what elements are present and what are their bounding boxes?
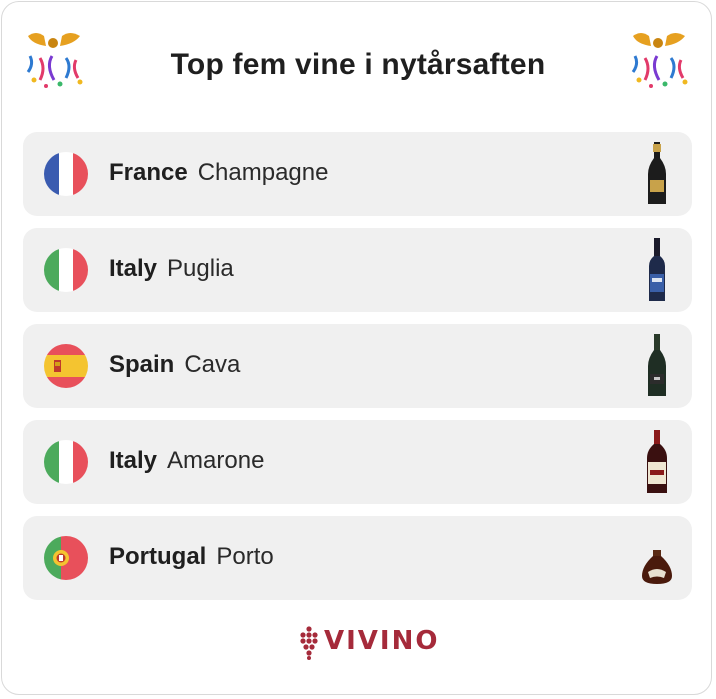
wine-label: France Champagne: [109, 159, 328, 187]
wine-row-italy-amarone[interactable]: Italy Amarone: [23, 420, 692, 504]
red-wine-bottle-icon: [642, 238, 672, 302]
country-name: Portugal: [109, 543, 207, 570]
country-name: Italy: [109, 255, 158, 282]
country-name: Italy: [109, 447, 158, 474]
france-flag-icon: [44, 152, 88, 196]
wine-label: Portugal Porto: [109, 543, 274, 571]
region-name: Cava: [184, 351, 241, 378]
cava-bottle-icon: [642, 334, 672, 398]
country-name: Spain: [109, 351, 175, 378]
region-name: Puglia: [167, 255, 234, 282]
country-name: France: [109, 159, 188, 186]
wine-label: Italy Amarone: [109, 447, 264, 475]
wine-row-france-champagne[interactable]: France Champagne: [23, 132, 692, 216]
italy-flag-icon: [44, 440, 88, 484]
party-popper-icon: [627, 28, 693, 94]
wine-label: Spain Cava: [109, 351, 240, 379]
brand-name: VIVINO: [324, 626, 440, 656]
wine-row-portugal-porto[interactable]: Portugal Porto: [23, 516, 692, 600]
region-name: Champagne: [197, 159, 329, 186]
page-title: Top fem vine i nytårsaften: [170, 48, 546, 81]
header: Top fem vine i nytårsaften: [0, 28, 716, 108]
region-name: Amarone: [167, 447, 265, 474]
italy-flag-icon: [44, 248, 88, 292]
grape-icon: [300, 626, 318, 660]
spain-flag-icon: [44, 344, 88, 388]
champagne-bottle-icon: [642, 142, 672, 206]
port-decanter-icon: [642, 526, 672, 590]
vivino-logo: VIVINO: [298, 624, 437, 660]
portugal-flag-icon: [44, 536, 88, 580]
wine-row-spain-cava[interactable]: Spain Cava: [23, 324, 692, 408]
wine-row-italy-puglia[interactable]: Italy Puglia: [23, 228, 692, 312]
wine-label: Italy Puglia: [109, 255, 234, 283]
amarone-bottle-icon: [642, 430, 672, 494]
region-name: Porto: [216, 543, 274, 570]
